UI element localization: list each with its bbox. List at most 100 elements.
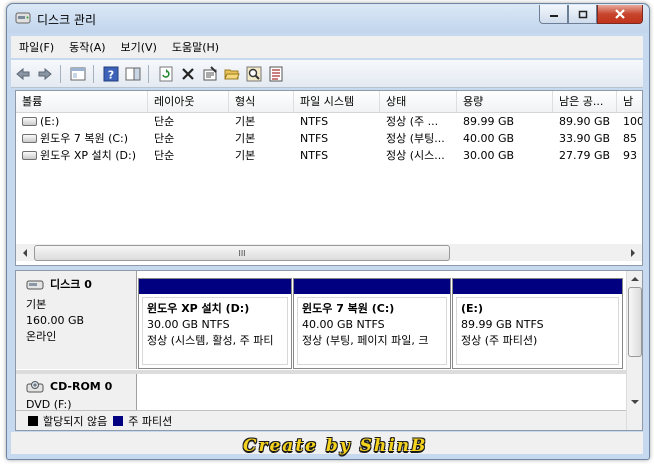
menu-view[interactable]: 보기(V) (113, 39, 164, 55)
properties-button[interactable] (200, 64, 220, 84)
menu-file[interactable]: 파일(F) (11, 39, 61, 55)
volume-percent-free: 85 (623, 132, 637, 145)
disk-0-partition-area: 윈도우 XP 설치 (D:) 30.00 GB NTFS 정상 (시스템, 활성… (137, 271, 626, 369)
volume-free-space: 33.90 GB (559, 132, 611, 145)
cd-rom-icon (26, 381, 44, 393)
volume-capacity: 89.99 GB (463, 115, 515, 128)
folder-icon (224, 69, 240, 79)
settings-button[interactable] (266, 64, 286, 84)
column-file-system[interactable]: 파일 시스템 (294, 91, 380, 112)
partition-size: 30.00 GB NTFS (147, 318, 230, 331)
volume-capacity: 30.00 GB (463, 149, 515, 162)
volume-drive-icon (22, 133, 37, 143)
back-arrow-icon (16, 67, 30, 80)
partition-size: 40.00 GB NTFS (302, 318, 385, 331)
table-row[interactable]: 윈도우 XP 설치 (D:) 단순 기본 NTFS 정상 (시스... 30.0… (16, 147, 642, 164)
partition-size: 89.99 GB NTFS (461, 318, 544, 331)
disk-0-label[interactable]: 디스크 0 기본 160.00 GB 온라인 (16, 271, 137, 369)
column-volume[interactable]: 볼륨 (16, 91, 148, 112)
volume-type: 기본 (235, 132, 256, 145)
legend-swatch-primary (113, 415, 124, 426)
vertical-scrollbar[interactable] (626, 271, 642, 430)
minimize-button[interactable] (539, 5, 568, 24)
properties-icon (203, 65, 217, 80)
scroll-left-button[interactable] (17, 245, 33, 260)
partition-status: 정상 (부팅, 페이지 파일, 크 (302, 334, 429, 347)
partition-name: 윈도우 7 복원 (C:) (302, 302, 395, 315)
volume-status: 정상 (시스... (386, 149, 445, 162)
help-icon: ? (103, 66, 119, 81)
close-button[interactable] (597, 5, 643, 24)
disk-0-type: 기본 (26, 298, 47, 311)
partition-status: 정상 (시스템, 활성, 주 파티 (147, 334, 274, 347)
column-status[interactable]: 상태 (380, 91, 457, 112)
toolbar-separator (93, 64, 94, 83)
disk-0-title: 디스크 0 (50, 278, 92, 291)
disk-graphical-pane: 디스크 0 기본 160.00 GB 온라인 윈도우 XP 설치 (D:) 30… (15, 270, 643, 431)
scroll-up-icon (631, 277, 639, 281)
partition-name: (E:) (461, 302, 483, 315)
settings-list-icon (269, 66, 283, 81)
menu-help[interactable]: 도움말(H) (164, 39, 226, 55)
title-bar[interactable]: 디스크 관리 (7, 4, 649, 33)
volume-file-system: NTFS (300, 115, 329, 128)
toolbar: ? (11, 60, 643, 88)
disk-0-status: 온라인 (26, 330, 57, 343)
forward-button[interactable] (35, 64, 55, 84)
chevron-left-icon (23, 248, 27, 257)
svg-text:?: ? (108, 68, 114, 81)
volume-type: 기본 (235, 115, 256, 128)
column-percent-free[interactable]: 남 (617, 91, 642, 112)
hard-disk-icon (26, 280, 44, 290)
back-button[interactable] (13, 64, 33, 84)
scroll-right-button[interactable] (625, 245, 641, 260)
search-button[interactable] (244, 64, 264, 84)
show-hide-console-tree-button[interactable] (68, 64, 88, 84)
open-folder-button[interactable] (222, 64, 242, 84)
toolbar-separator (148, 64, 149, 83)
help-button[interactable]: ? (101, 64, 121, 84)
volume-table-body: (E:) 단순 기본 NTFS 정상 (주 ... 89.99 GB 89.90… (16, 113, 642, 164)
scroll-down-icon (631, 400, 639, 404)
window-title: 디스크 관리 (37, 13, 97, 27)
primary-partition-bar (453, 279, 622, 294)
partition-d[interactable]: 윈도우 XP 설치 (D:) 30.00 GB NTFS 정상 (시스템, 활성… (138, 278, 292, 369)
primary-partition-bar (139, 279, 291, 294)
delete-button[interactable] (178, 64, 198, 84)
volume-drive-icon (22, 116, 37, 126)
maximize-button[interactable] (568, 5, 597, 24)
legend-swatch-unallocated (28, 415, 38, 426)
partition-c[interactable]: 윈도우 7 복원 (C:) 40.00 GB NTFS 정상 (부팅, 페이지 … (293, 278, 451, 369)
volume-file-system: NTFS (300, 149, 329, 162)
volume-status: 정상 (주 ... (386, 115, 439, 128)
menu-action[interactable]: 동작(A) (61, 39, 112, 55)
partition-e[interactable]: (E:) 89.99 GB NTFS 정상 (주 파티션) (452, 278, 623, 369)
refresh-button[interactable] (156, 64, 176, 84)
action-pane-icon (125, 67, 141, 80)
horizontal-scroll-thumb[interactable]: III (34, 245, 450, 261)
show-hide-action-pane-button[interactable] (123, 64, 143, 84)
column-capacity[interactable]: 용량 (457, 91, 553, 112)
cdrom-0-label[interactable]: CD-ROM 0 DVD (F:) (16, 374, 137, 411)
menu-bar: 파일(F) 동작(A) 보기(V) 도움말(H) (11, 36, 643, 58)
delete-x-icon (182, 67, 194, 80)
column-free-space[interactable]: 남은 공... (553, 91, 617, 112)
close-icon (615, 9, 625, 19)
table-row[interactable]: (E:) 단순 기본 NTFS 정상 (주 ... 89.99 GB 89.90… (16, 113, 642, 130)
volume-free-space: 27.79 GB (559, 149, 611, 162)
toolbar-separator (60, 64, 61, 83)
chevron-right-icon (631, 248, 635, 257)
forward-arrow-icon (38, 67, 52, 80)
partition-name: 윈도우 XP 설치 (D:) (147, 302, 250, 315)
legend: 할당되지 않음 주 파티션 (16, 410, 626, 430)
volume-name: 윈도우 XP 설치 (D:) (40, 149, 137, 162)
volume-name: (E:) (40, 115, 60, 128)
column-layout[interactable]: 레이아웃 (148, 91, 229, 112)
horizontal-scrollbar[interactable]: III (16, 244, 642, 261)
maximize-icon (578, 10, 587, 18)
table-row[interactable]: 윈도우 7 복원 (C:) 단순 기본 NTFS 정상 (부팅... 40.00… (16, 130, 642, 147)
disk-management-window: 디스크 관리 파일(F) 동작(A) 보기(V) 도움말(H) ? 볼륨 레이아… (6, 3, 650, 460)
volume-name: 윈도우 7 복원 (C:) (40, 132, 129, 145)
column-type[interactable]: 형식 (229, 91, 294, 112)
vertical-scroll-thumb[interactable] (628, 287, 642, 357)
